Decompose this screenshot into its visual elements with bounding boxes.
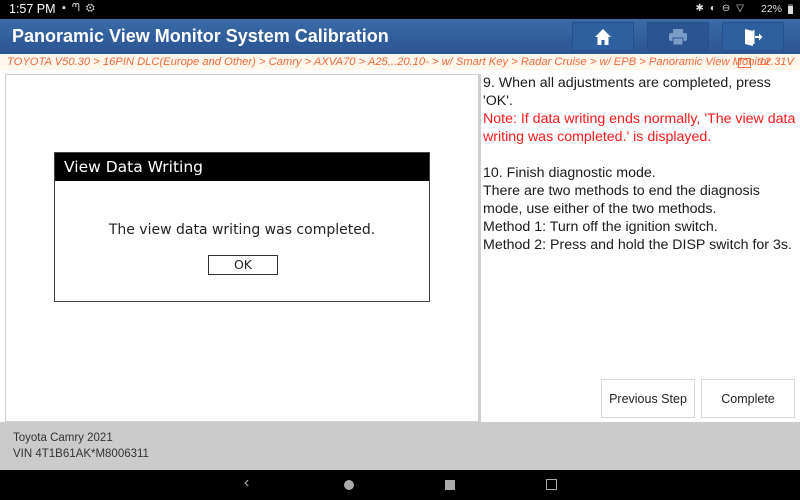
print-icon [669,28,687,45]
breadcrumb: TOYOTA V50.30 > 16PIN DLC(Europe and Oth… [0,54,800,70]
status-bar: 1:57 PM ▪ᘉ⚙ ✱◐⊖▽ 22% [0,0,800,19]
step-9: 9. When all adjustments are completed, p… [483,75,771,109]
exit-icon [745,28,763,46]
exit-button[interactable] [722,22,784,51]
app-header: Panoramic View Monitor System Calibratio… [0,19,800,54]
complete-button[interactable]: Complete [701,379,795,418]
home-nav-icon[interactable] [344,480,354,490]
battery-icon [788,4,793,14]
back-icon[interactable]: ‹ [244,474,249,492]
battery-level: 22% [760,3,782,15]
instructions-panel: 9. When all adjustments are completed, p… [479,74,800,422]
dialog-title: View Data Writing [55,153,429,181]
method-1: Method 1: Turn off the ignition switch. [483,219,718,235]
voltage-readout: 12.31V [737,54,794,70]
step-9-note: Note: If data writing ends normally, 'Th… [483,111,796,145]
instructions-text: 9. When all adjustments are completed, p… [483,74,798,254]
wifi-icon: ▽ [736,3,750,14]
view-data-writing-dialog-image: View Data Writing The view data writing … [54,152,430,302]
usb-icon: ᘉ [71,2,86,14]
image-icon: ▪ [62,2,72,14]
vibrate-icon: ◐ [709,3,722,14]
dnd-icon: ⊖ [721,3,737,14]
previous-step-button[interactable]: Previous Step [601,379,695,418]
dialog-ok-button: OK [208,255,278,275]
breadcrumb-path: TOYOTA V50.30 > 16PIN DLC(Europe and Oth… [7,56,770,68]
battery-voltage-icon [737,55,751,68]
dialog-message: The view data writing was completed. [108,222,376,238]
android-nav-bar: ‹ [0,470,800,500]
reference-image-panel: View Data Writing The view data writing … [5,74,479,422]
print-button[interactable] [647,22,709,51]
step-10-title: 10. Finish diagnostic mode. [483,165,656,181]
method-2: Method 2: Press and hold the DISP switch… [483,237,792,253]
settings-icon: ⚙ [85,2,101,14]
step-10-body: There are two methods to end the diagnos… [483,183,760,217]
system-icons: ✱◐⊖▽ [695,3,750,14]
screenshot-icon[interactable] [546,479,557,490]
recent-apps-icon[interactable] [445,480,455,490]
vehicle-model: Toyota Camry 2021 [13,432,113,444]
page-title: Panoramic View Monitor System Calibratio… [12,26,389,46]
clock: 1:57 PM [9,2,56,16]
home-button[interactable] [572,22,634,51]
voltage-value: 12.31V [758,56,794,68]
notification-icons: ▪ᘉ⚙ [62,2,101,15]
vehicle-info-bar: Toyota Camry 2021 VIN 4T1B61AK*M8006311 [0,422,800,470]
vehicle-vin: VIN 4T1B61AK*M8006311 [13,448,149,460]
bluetooth-icon: ✱ [695,3,710,14]
home-icon [595,28,611,45]
